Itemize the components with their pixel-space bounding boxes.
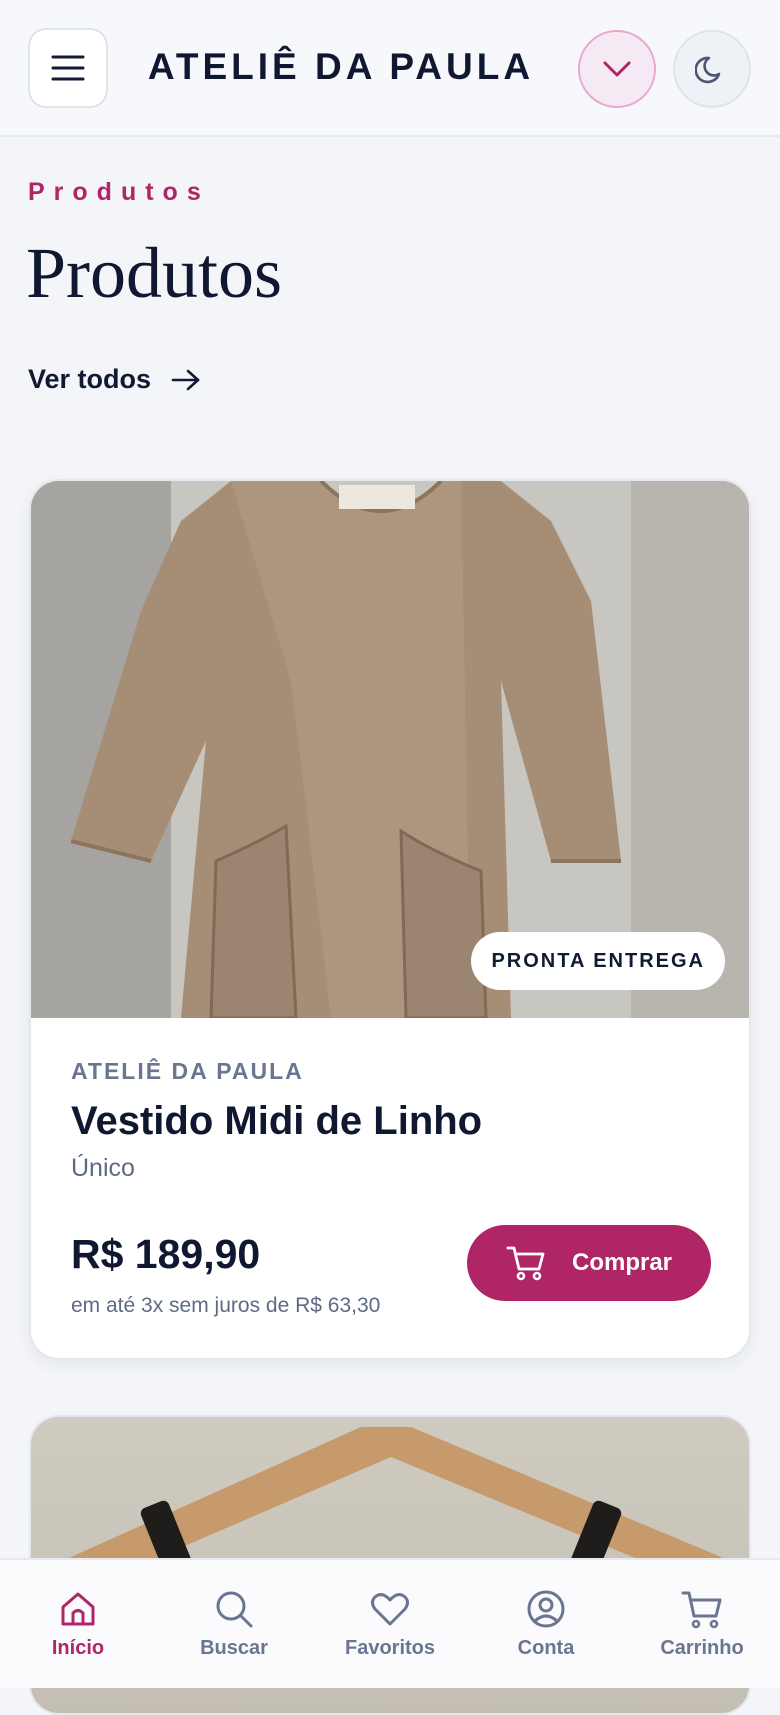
nav-label-cart: Carrinho (660, 1636, 744, 1659)
nav-item-search[interactable]: Buscar (159, 1589, 309, 1660)
product-image[interactable]: PRONTA ENTREGA (31, 481, 749, 1018)
page-title: Produtos (26, 233, 283, 313)
product-price: R$ 189,90 (71, 1231, 261, 1277)
nav-item-account[interactable]: Conta (471, 1589, 621, 1660)
account-icon (527, 1590, 565, 1627)
buy-button[interactable]: Comprar (467, 1225, 711, 1301)
availability-badge: PRONTA ENTREGA (471, 932, 725, 990)
chevron-down-icon (603, 61, 631, 77)
buy-button-label: Comprar (571, 1249, 673, 1276)
arrow-right-icon (171, 369, 200, 390)
cart-icon (681, 1591, 722, 1628)
product-info: ATELIÊ DA PAULA Vestido Midi de Linho Ún… (71, 1058, 721, 1183)
nav-item-home[interactable]: Início (3, 1589, 153, 1660)
moon-icon (695, 56, 721, 84)
menu-button[interactable] (28, 28, 108, 108)
nav-label-home: Início (51, 1636, 105, 1659)
product-card[interactable]: PRONTA ENTREGA ATELIÊ DA PAULA Vestido M… (29, 479, 751, 1360)
app-header: ATELIÊ DA PAULA (0, 0, 780, 137)
nav-label-favorites: Favoritos (344, 1636, 436, 1659)
search-icon (216, 1591, 253, 1627)
cart-icon (506, 1246, 545, 1281)
seller-name: ATELIÊ DA PAULA (71, 1058, 304, 1084)
theme-toggle-button[interactable] (673, 30, 751, 108)
product-variant: Único (71, 1154, 135, 1182)
section-eyebrow: Produtos (28, 178, 210, 206)
nav-label-account: Conta (517, 1636, 575, 1659)
heart-icon (371, 1592, 409, 1625)
dropdown-button[interactable] (578, 30, 656, 108)
nav-item-favorites[interactable]: Favoritos (315, 1589, 465, 1660)
nav-item-cart[interactable]: Carrinho (627, 1589, 777, 1660)
product-name[interactable]: Vestido Midi de Linho (71, 1099, 721, 1144)
home-icon (61, 1592, 95, 1625)
hamburger-icon (51, 55, 85, 81)
bottom-navigation: Início Buscar Favoritos Conta Carrinho (0, 1558, 780, 1688)
see-all-label: Ver todos (28, 364, 152, 394)
nav-label-search: Buscar (200, 1636, 268, 1659)
brand-title[interactable]: ATELIÊ DA PAULA (118, 46, 564, 88)
installments-text: em até 3x sem juros de R$ 63,30 (71, 1294, 381, 1317)
see-all-link[interactable]: Ver todos (28, 364, 201, 395)
